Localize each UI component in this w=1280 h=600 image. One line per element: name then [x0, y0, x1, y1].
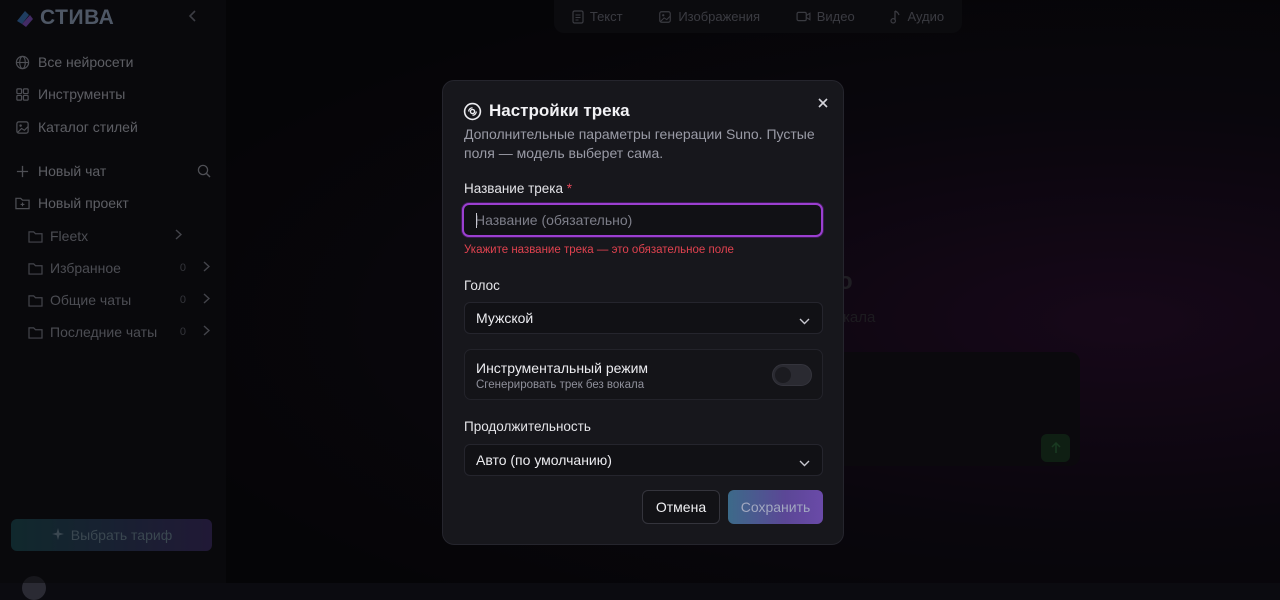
close-icon [818, 98, 828, 108]
dialog-title: Настройки трека [489, 101, 630, 120]
required-mark: * [566, 181, 573, 196]
track-name-error: Укажите название трека — это обязательно… [464, 244, 734, 256]
track-name-label: Название трека * [464, 181, 572, 196]
cancel-button[interactable]: Отмена [642, 490, 720, 524]
voice-select[interactable]: Мужской [464, 302, 823, 334]
instrumental-subtitle: Сгенерировать трек без вокала [476, 379, 645, 391]
instrumental-title: Инструментальный режим [476, 360, 649, 376]
instrumental-mode-card: Инструментальный режим Сгенерировать тре… [464, 349, 823, 400]
save-button[interactable]: Сохранить [728, 490, 823, 524]
vinyl-disc-icon [463, 102, 482, 120]
duration-selected-value: Авто (по умолчанию) [476, 452, 612, 468]
track-name-input[interactable] [464, 205, 821, 235]
voice-selected-value: Мужской [476, 310, 534, 326]
track-settings-dialog: Настройки трека Дополнительные параметры… [442, 80, 844, 545]
dialog-header: Настройки трека [463, 101, 630, 121]
instrumental-toggle[interactable] [772, 364, 812, 386]
track-name-label-text: Название трека [464, 181, 563, 196]
duration-select[interactable]: Авто (по умолчанию) [464, 444, 823, 476]
voice-label: Голос [464, 278, 500, 293]
close-button[interactable] [814, 94, 832, 112]
chevron-down-icon [799, 312, 810, 328]
chevron-down-icon [799, 454, 810, 470]
toggle-knob [775, 367, 791, 383]
duration-label: Продолжительность [464, 419, 591, 434]
text-caret [476, 213, 477, 228]
dialog-description: Дополнительные параметры генерации Suno.… [464, 126, 815, 161]
track-name-field [462, 203, 823, 237]
